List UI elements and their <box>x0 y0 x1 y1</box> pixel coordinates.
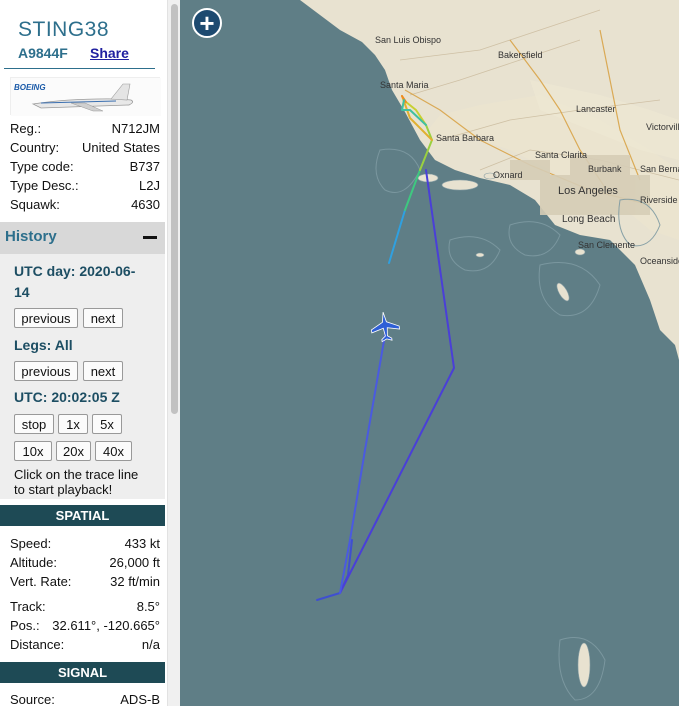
history-title: History <box>5 228 57 245</box>
detail-row-country: Country: United States <box>10 140 160 155</box>
detail-label: Type code: <box>10 159 74 174</box>
spatial-header[interactable]: SPATIAL <box>0 505 165 526</box>
signal-value: ADS-B <box>120 692 160 706</box>
detail-value: N712JM <box>111 121 160 136</box>
spatial-row-distance: Distance: n/a <box>10 637 160 652</box>
history-header[interactable]: History <box>0 222 165 254</box>
city-label: Victorville <box>646 122 679 132</box>
spatial-value: 26,000 ft <box>109 555 160 570</box>
city-label: Burbank <box>588 164 622 174</box>
detail-value: L2J <box>139 178 160 193</box>
detail-value: 4630 <box>131 197 160 212</box>
playback-hint-line: to start playback! <box>14 482 113 497</box>
detail-label: Squawk: <box>10 197 60 212</box>
detail-row-type-desc: Type Desc.: L2J <box>10 178 160 193</box>
spatial-label: Vert. Rate: <box>10 574 72 589</box>
map[interactable]: San Luis Obispo Bakersfield Santa Maria … <box>180 0 679 706</box>
zoom-in-button[interactable]: + <box>192 8 222 38</box>
spatial-label: Altitude: <box>10 555 57 570</box>
signal-label: Source: <box>10 692 55 706</box>
spatial-row-vert-rate: Vert. Rate: 32 ft/min <box>10 574 160 589</box>
city-label: Santa Clarita <box>535 150 588 160</box>
detail-label: Reg.: <box>10 121 42 136</box>
playback-1x-button[interactable]: 1x <box>58 414 88 434</box>
spatial-value: 433 kt <box>124 536 160 551</box>
city-label: Oxnard <box>493 170 523 180</box>
city-label: Los Angeles <box>558 185 618 197</box>
leg-next-button[interactable]: next <box>83 361 123 381</box>
icao-hex: A9844F <box>18 45 68 61</box>
sidebar-scrollbar[interactable] <box>167 0 180 706</box>
playback-20x-button[interactable]: 20x <box>56 441 91 461</box>
spatial-label: Pos.: <box>10 618 40 633</box>
playback-5x-button[interactable]: 5x <box>92 414 122 434</box>
callsign: STING38 <box>18 18 110 41</box>
spatial-row-track: Track: 8.5° <box>10 599 160 614</box>
city-label: Santa Maria <box>380 80 429 90</box>
spatial-label: Track: <box>10 599 46 614</box>
spatial-value: 32 ft/min <box>110 574 160 589</box>
spatial-label: Distance: <box>10 637 65 652</box>
island <box>441 179 479 191</box>
city-label: Riverside <box>640 195 678 205</box>
day-previous-button[interactable]: previous <box>14 308 78 328</box>
scrollbar-thumb[interactable] <box>171 4 178 414</box>
playback-hint-line: Click on the trace line <box>14 467 139 482</box>
divider <box>4 68 155 69</box>
collapse-icon[interactable] <box>143 236 157 239</box>
spatial-label: Speed: <box>10 536 52 551</box>
share-link[interactable]: Share <box>90 45 129 61</box>
sidebar: STING38 A9844F Share BOEING Reg.: N712JM… <box>0 0 167 706</box>
detail-label: Country: <box>10 140 60 155</box>
city-label: San Luis Obispo <box>375 35 442 45</box>
spatial-value: 32.611°, -120.665° <box>52 618 160 633</box>
utc-day-label: UTC day: 2020-06- <box>14 263 136 279</box>
detail-row-reg: Reg.: N712JM <box>10 121 160 136</box>
aircraft-photo[interactable]: BOEING <box>10 77 161 116</box>
leg-previous-button[interactable]: previous <box>14 361 78 381</box>
utc-day-label-cont: 14 <box>14 284 30 300</box>
playback-hint: Click on the trace line to start playbac… <box>14 467 164 497</box>
spatial-value: 8.5° <box>136 599 160 614</box>
city-label: Long Beach <box>562 214 616 225</box>
plus-icon: + <box>199 8 215 38</box>
spatial-row-speed: Speed: 433 kt <box>10 536 160 551</box>
day-next-button[interactable]: next <box>83 308 123 328</box>
detail-label: Type Desc.: <box>10 178 79 193</box>
spatial-value: n/a <box>141 637 160 652</box>
city-label: Lancaster <box>576 104 616 114</box>
city-label: San Bernardino <box>640 164 679 174</box>
detail-row-type-code: Type code: B737 <box>10 159 160 174</box>
spatial-row-position: Pos.: 32.611°, -120.665° <box>10 618 160 633</box>
city-label: Bakersfield <box>498 50 543 60</box>
playback-stop-button[interactable]: stop <box>14 414 54 434</box>
aircraft-photo-image: BOEING <box>11 78 161 116</box>
utc-time-label: UTC: 20:02:05 Z <box>14 389 120 405</box>
spatial-row-altitude: Altitude: 26,000 ft <box>10 555 160 570</box>
playback-40x-button[interactable]: 40x <box>95 441 132 461</box>
city-label: Santa Barbara <box>436 133 495 143</box>
detail-value: United States <box>81 140 160 155</box>
signal-row-source: Source: ADS-B <box>10 692 160 706</box>
city-label: San Clemente <box>578 240 636 250</box>
legs-label: Legs: All <box>14 337 73 353</box>
signal-header[interactable]: SIGNAL <box>0 662 165 683</box>
detail-value: B737 <box>129 159 160 174</box>
detail-row-squawk: Squawk: 4630 <box>10 197 160 212</box>
photo-brand-logo: BOEING <box>14 83 46 92</box>
city-label: Oceanside <box>640 256 679 266</box>
playback-10x-button[interactable]: 10x <box>14 441 52 461</box>
